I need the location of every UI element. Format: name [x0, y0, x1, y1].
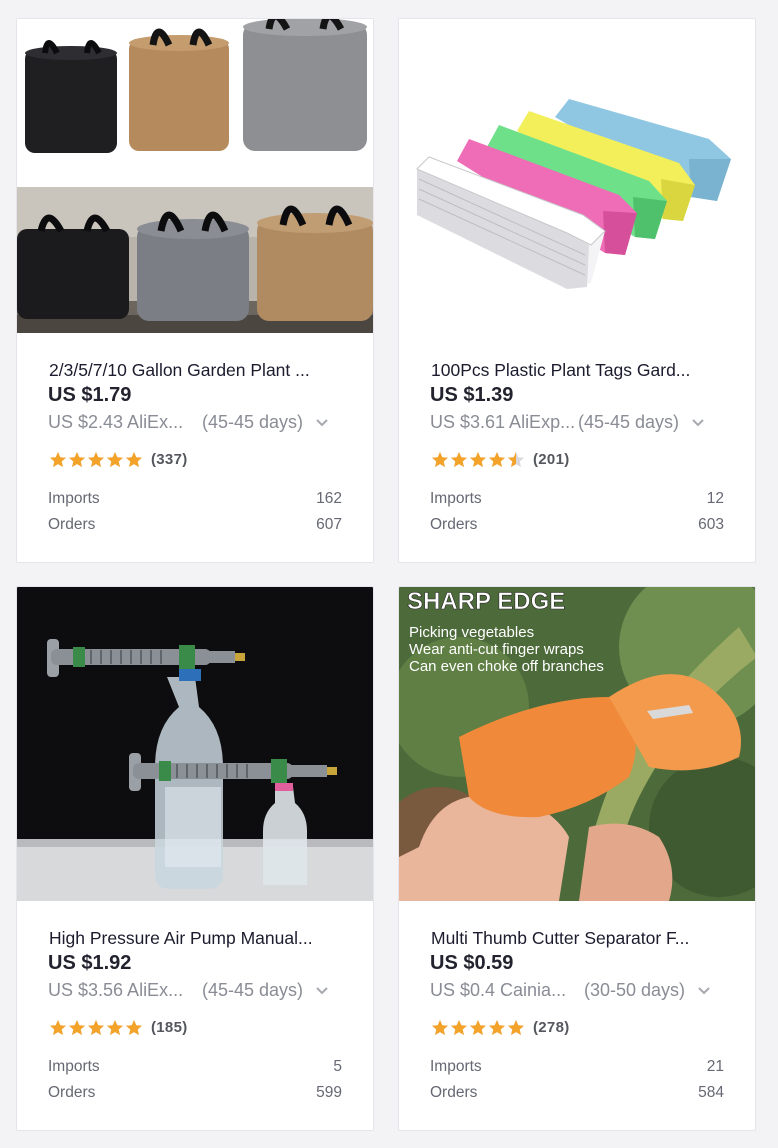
orders-label: Orders: [430, 516, 478, 533]
compare-price: US $3.61 AliExp...: [430, 412, 576, 432]
imports-count: 12: [706, 490, 724, 507]
compare-price: US $3.56 AliEx...: [48, 980, 184, 1000]
rating-stars: [431, 1019, 526, 1036]
star-filled-icon: [88, 1020, 104, 1035]
rating: (337): [49, 451, 188, 468]
imports-count: 5: [333, 1058, 342, 1075]
shipping-time: (45-45 days): [202, 412, 304, 432]
rating-stars: [49, 451, 144, 468]
compare-price: US $0.4 Cainia...: [430, 980, 567, 1000]
product-title[interactable]: Multi Thumb Cutter Separator F...: [431, 928, 731, 949]
star-filled-icon: [470, 452, 486, 467]
star-filled-icon: [432, 1020, 448, 1035]
orders-label: Orders: [430, 1084, 478, 1101]
image-caption-line-3: Can even choke off branches: [409, 658, 604, 675]
compare-price-row[interactable]: US $3.56 AliEx... (45-45 days): [48, 980, 348, 1001]
orders-label: Orders: [48, 1084, 96, 1101]
imports-count: 162: [316, 490, 342, 507]
star-filled-icon: [50, 452, 66, 467]
review-count: (201): [533, 451, 570, 468]
compare-price-row[interactable]: US $0.4 Cainia... (30-50 days): [430, 980, 730, 1001]
imports-label: Imports: [430, 490, 482, 507]
rating: (278): [431, 1019, 570, 1036]
star-filled-icon: [107, 1020, 123, 1035]
product-card[interactable]: 100Pcs Plastic Plant Tags Gard... US $1.…: [398, 18, 756, 563]
review-count: (278): [533, 1019, 570, 1036]
star-filled-icon: [432, 452, 448, 467]
star-filled-icon: [489, 1020, 505, 1035]
product-price: US $1.92: [48, 952, 132, 974]
orders-count: 607: [316, 516, 342, 533]
product-card[interactable]: 2/3/5/7/10 Gallon Garden Plant ... US $1…: [16, 18, 374, 563]
product-image-thumb-cutter[interactable]: SHARP EDGE Picking vegetables Wear anti-…: [399, 587, 755, 901]
product-title[interactable]: High Pressure Air Pump Manual...: [49, 928, 349, 949]
compare-price-row[interactable]: US $3.61 AliExp... (45-45 days): [430, 412, 730, 433]
product-card[interactable]: SHARP EDGE Picking vegetables Wear anti-…: [398, 586, 756, 1131]
review-count: (185): [151, 1019, 188, 1036]
rating: (201): [431, 451, 570, 468]
star-half-icon: [508, 452, 524, 467]
product-title[interactable]: 100Pcs Plastic Plant Tags Gard...: [431, 360, 731, 381]
star-filled-icon: [508, 1020, 524, 1035]
star-filled-icon: [88, 452, 104, 467]
rating-stars: [49, 1019, 144, 1036]
chevron-down-icon[interactable]: [315, 986, 329, 996]
orders-label: Orders: [48, 516, 96, 533]
orders-count: 603: [698, 516, 724, 533]
star-filled-icon: [69, 452, 85, 467]
image-caption-line-1: Picking vegetables: [409, 624, 534, 641]
imports-label: Imports: [48, 490, 100, 507]
imports-label: Imports: [48, 1058, 100, 1075]
product-image-grow-bags[interactable]: [17, 19, 373, 333]
compare-price: US $2.43 AliEx...: [48, 412, 184, 432]
review-count: (337): [151, 451, 188, 468]
product-price: US $0.59: [430, 952, 514, 974]
star-filled-icon: [50, 1020, 66, 1035]
rating: (185): [49, 1019, 188, 1036]
imports-label: Imports: [430, 1058, 482, 1075]
orders-count: 584: [698, 1084, 724, 1101]
product-price: US $1.39: [430, 384, 514, 406]
orders-count: 599: [316, 1084, 342, 1101]
product-title[interactable]: 2/3/5/7/10 Gallon Garden Plant ...: [49, 360, 349, 381]
shipping-time: (45-45 days): [202, 980, 304, 1000]
star-filled-icon: [107, 452, 123, 467]
star-filled-icon: [451, 452, 467, 467]
chevron-down-icon[interactable]: [315, 418, 329, 428]
product-price: US $1.79: [48, 384, 132, 406]
star-filled-icon: [126, 452, 142, 467]
rating-stars: [431, 451, 526, 468]
star-filled-icon: [69, 1020, 85, 1035]
star-filled-icon: [470, 1020, 486, 1035]
star-filled-icon: [126, 1020, 142, 1035]
shipping-time: (30-50 days): [584, 980, 686, 1000]
compare-price-row[interactable]: US $2.43 AliEx... (45-45 days): [48, 412, 348, 433]
product-image-air-pump-sprayer[interactable]: [17, 587, 373, 901]
chevron-down-icon[interactable]: [697, 986, 711, 996]
star-filled-icon: [451, 1020, 467, 1035]
chevron-down-icon[interactable]: [691, 418, 705, 428]
product-image-plant-tags[interactable]: [399, 19, 755, 333]
product-card[interactable]: High Pressure Air Pump Manual... US $1.9…: [16, 586, 374, 1131]
image-headline: SHARP EDGE: [407, 588, 565, 615]
shipping-time: (45-45 days): [578, 412, 680, 432]
imports-count: 21: [706, 1058, 724, 1075]
image-caption-line-2: Wear anti-cut finger wraps: [409, 641, 584, 658]
star-filled-icon: [489, 452, 505, 467]
